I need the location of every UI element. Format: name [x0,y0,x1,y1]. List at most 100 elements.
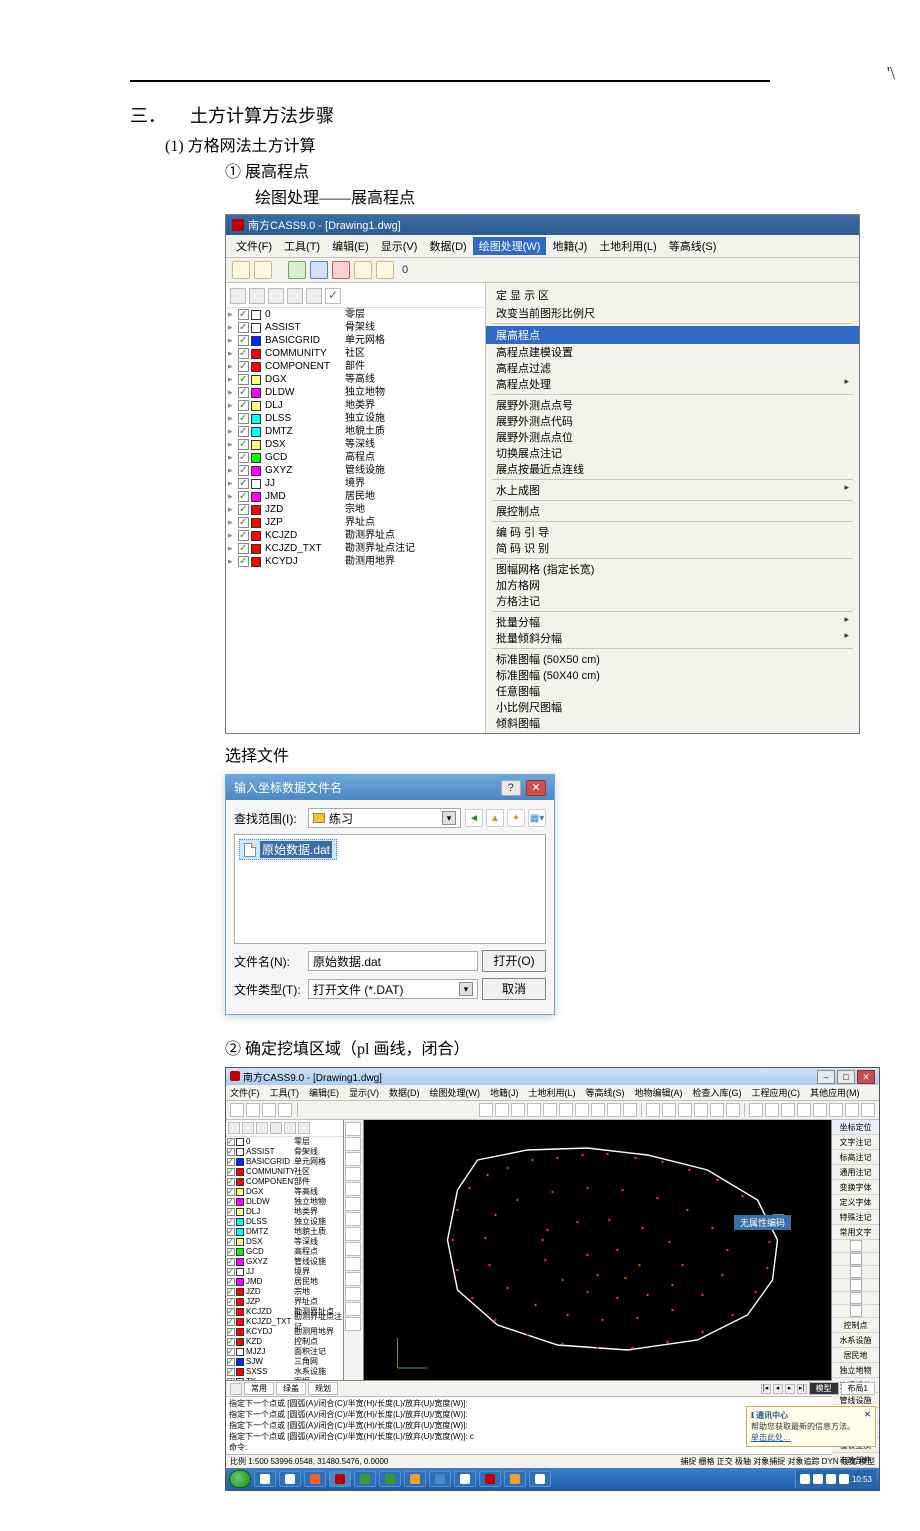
layer-checkbox[interactable] [227,1188,235,1196]
layer-checkbox[interactable] [238,322,249,333]
layer-checkbox[interactable] [227,1158,235,1166]
panel-icon[interactable] [249,288,265,304]
layer-checkbox[interactable] [238,491,249,502]
tab-layout[interactable]: 规划 [308,1382,338,1395]
menu-item[interactable]: 展野外测点代码 [486,413,859,429]
menu-item[interactable]: 批量倾斜分幅 [486,630,859,646]
toolbar-icon[interactable] [591,1103,605,1117]
menu-item[interactable]: 展野外测点点位 [486,429,859,445]
palette-icon[interactable] [345,1167,361,1181]
layer-checkbox[interactable] [238,426,249,437]
expand-icon[interactable]: ▸ [228,334,238,347]
layer-checkbox[interactable] [238,530,249,541]
side-button[interactable]: 水系设施 [832,1333,879,1348]
expand-icon[interactable]: ▸ [228,399,238,412]
taskbar-item[interactable] [454,1471,476,1487]
tab-layout1[interactable]: 布局1 [841,1382,875,1395]
tab-model[interactable]: 模型 [809,1382,839,1395]
menu-view[interactable]: 显示(V) [375,237,424,255]
layer-row[interactable]: DGX 等高线 [226,1187,343,1197]
notify-link[interactable]: 单击此处… [751,1432,871,1443]
menu-item[interactable]: 批量分幅 [486,614,859,630]
drawing-canvas[interactable]: 无属性编码 [364,1120,831,1380]
open-button[interactable]: 打开(O) [482,950,546,972]
layer-checkbox[interactable] [238,504,249,515]
layer-checkbox[interactable] [227,1338,235,1346]
toolbar-icon[interactable] [813,1103,827,1117]
toolbar-icon[interactable] [575,1103,589,1117]
layer-checkbox[interactable] [227,1358,235,1366]
side-button[interactable]: 坐标定位 [832,1120,879,1135]
close-icon[interactable]: ✕ [864,1410,871,1421]
layer-row[interactable]: MJZJ 面积注记 [226,1347,343,1357]
toolbar-icon[interactable] [797,1103,811,1117]
menu-item[interactable]: 小比例尺图幅 [486,699,859,715]
layer-checkbox[interactable] [227,1368,235,1376]
palette-icon[interactable] [345,1137,361,1151]
tab-layout[interactable]: 绿盖 [276,1382,306,1395]
expand-icon[interactable]: ▸ [228,451,238,464]
toolbar-icon[interactable] [726,1103,740,1117]
toolbar-icon[interactable] [278,1103,292,1117]
menu-item[interactable]: 展控制点 [486,503,859,519]
layer-checkbox[interactable] [227,1248,235,1256]
menu-item[interactable]: 方格注记 [486,593,859,609]
menu-item[interactable]: 检查入库(G) [691,1086,744,1099]
layer-row[interactable]: KCJZD_TXT 勘测界址点注记 [226,1317,343,1327]
layer-checkbox[interactable] [227,1258,235,1266]
toolbar-icon[interactable] [559,1103,573,1117]
toolbar-icon[interactable] [646,1103,660,1117]
layer-checkbox[interactable] [238,413,249,424]
menu-item[interactable]: 展点按最近点连线 [486,461,859,477]
layer-checkbox[interactable] [227,1318,235,1326]
toolbar-icon[interactable] [262,1103,276,1117]
toolbar-icon[interactable] [332,261,350,279]
taskbar-item[interactable] [354,1471,376,1487]
menu-contour[interactable]: 等高线(S) [663,237,723,255]
menu-item[interactable]: 简 码 识 别 [486,540,859,556]
layer-row[interactable]: COMMUNITY 社区 [226,1167,343,1177]
layer-checkbox[interactable] [238,452,249,463]
panel-icon[interactable] [230,288,246,304]
tab-nav[interactable]: ▸ [785,1384,795,1394]
system-tray[interactable]: 10:53 [795,1470,876,1488]
menu-item[interactable]: 任意图幅 [486,683,859,699]
expand-icon[interactable]: ▸ [228,503,238,516]
expand-icon[interactable]: ▸ [228,529,238,542]
layer-row[interactable]: GCD 高程点 [226,1247,343,1257]
layer-checkbox[interactable] [227,1378,235,1380]
filename-input[interactable]: 原始数据.dat [308,951,478,971]
layer-checkbox[interactable] [238,335,249,346]
taskbar-item[interactable] [379,1471,401,1487]
layer-row[interactable]: DSX 等深线 [226,1237,343,1247]
side-button[interactable]: 常用文字 [832,1225,879,1240]
layer-checkbox[interactable] [238,309,249,320]
toolbar-icon[interactable] [623,1103,637,1117]
layer-checkbox[interactable] [227,1278,235,1286]
layer-checkbox[interactable] [227,1288,235,1296]
palette-icon[interactable] [345,1287,361,1301]
layer-dropdown-value[interactable]: 0 [402,264,408,276]
layer-row[interactable]: ▸ JZD 宗地 [226,503,485,516]
layer-row[interactable]: ▸ 0 零层 [226,308,485,321]
layer-row[interactable]: ▸ ASSIST 骨架线 [226,321,485,334]
expand-icon[interactable]: ▸ [228,464,238,477]
expand-icon[interactable]: ▸ [228,321,238,334]
layer-row[interactable]: 0 零层 [226,1137,343,1147]
layout-tabs[interactable]: 常用 绿盖 规划 |◂ ◂ ▸ ▸| 模型 布局1 [226,1381,879,1396]
taskbar-item[interactable] [279,1471,301,1487]
side-icon[interactable] [832,1305,879,1318]
layer-checkbox[interactable] [227,1298,235,1306]
toolbar-icon[interactable] [662,1103,676,1117]
palette-icon[interactable] [345,1302,361,1316]
panel-icon[interactable] [268,288,284,304]
panel-check-icon[interactable] [325,288,341,304]
menu-item[interactable]: 数据(D) [387,1086,422,1099]
toolbar-icon[interactable] [230,1103,244,1117]
menu-item[interactable]: 标准图幅 (50X40 cm) [486,667,859,683]
layer-row[interactable]: ▸ DMTZ 地貌土质 [226,425,485,438]
taskbar-item[interactable] [304,1471,326,1487]
menu-item[interactable]: 高程点处理 [486,376,859,392]
menu-item[interactable]: 标准图幅 (50X50 cm) [486,651,859,667]
expand-icon[interactable]: ▸ [228,477,238,490]
